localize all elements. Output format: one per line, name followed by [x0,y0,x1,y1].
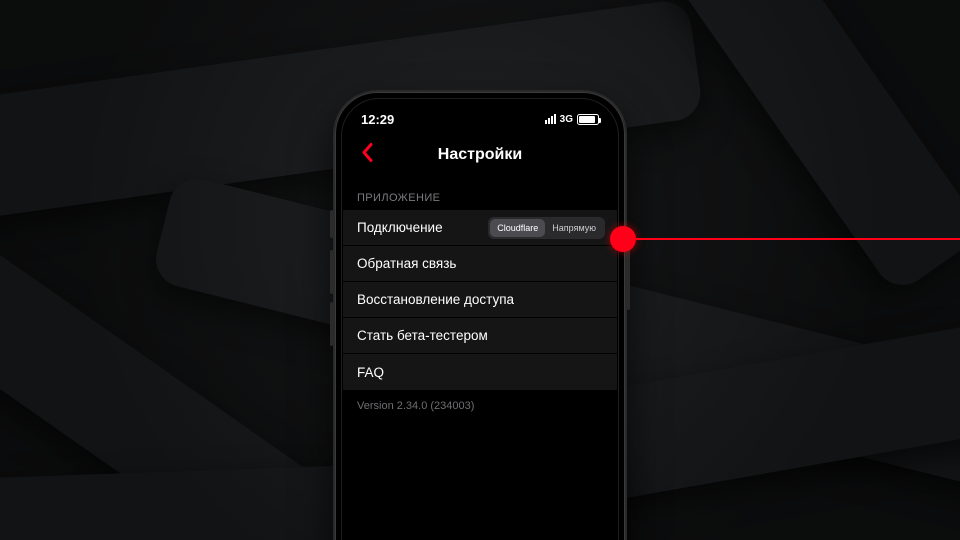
status-time: 12:29 [361,112,394,127]
signal-strength-icon [545,114,556,124]
phone-volume-down [330,302,333,346]
phone-mockup: 12:29 3G Настройки ПРИЛОЖЕНИЕ Подключени… [333,90,627,540]
row-beta-tester[interactable]: Стать бета-тестером [343,318,617,354]
back-button[interactable] [353,137,381,174]
status-bar: 12:29 3G [343,100,617,134]
phone-screen: 12:29 3G Настройки ПРИЛОЖЕНИЕ Подключени… [343,100,617,540]
segment-direct[interactable]: Напрямую [545,219,603,237]
phone-volume-up [330,250,333,294]
connection-segmented-control[interactable]: Cloudflare Напрямую [488,217,605,239]
callout-line [623,238,960,240]
callout-annotation [610,226,960,252]
segment-cloudflare[interactable]: Cloudflare [490,219,545,237]
row-restore-access[interactable]: Восстановление доступа [343,282,617,318]
page-title: Настройки [438,146,522,164]
row-beta-tester-label: Стать бета-тестером [357,328,488,343]
row-faq-label: FAQ [357,365,384,380]
status-right: 3G [545,114,599,125]
row-faq[interactable]: FAQ [343,354,617,390]
row-connection: Подключение Cloudflare Напрямую [343,210,617,246]
phone-mute-switch [330,210,333,238]
network-type: 3G [560,114,573,125]
row-feedback[interactable]: Обратная связь [343,246,617,282]
settings-list: Подключение Cloudflare Напрямую Обратная… [343,210,617,390]
section-header-app: ПРИЛОЖЕНИЕ [343,176,617,210]
chevron-left-icon [361,143,373,163]
callout-dot [610,226,636,252]
row-feedback-label: Обратная связь [357,256,456,271]
battery-icon [577,114,599,125]
app-version: Version 2.34.0 (234003) [343,390,617,422]
nav-bar: Настройки [343,134,617,176]
row-restore-access-label: Восстановление доступа [357,292,514,307]
row-connection-label: Подключение [357,220,443,235]
